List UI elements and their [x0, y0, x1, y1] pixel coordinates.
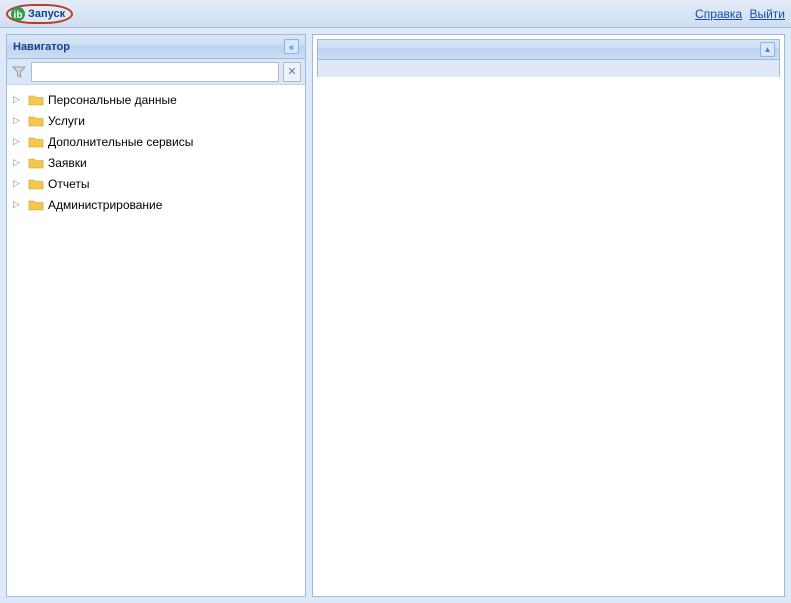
content-sub-panel: ▴: [317, 39, 780, 77]
start-label: Запуск: [28, 8, 65, 20]
navigator-title: Навигатор: [13, 41, 70, 53]
tree-item-label: Заявки: [48, 156, 87, 170]
tree-item-label: Дополнительные сервисы: [48, 135, 193, 149]
content-body: ▴: [313, 35, 784, 596]
folder-icon: [28, 113, 44, 129]
folder-icon: [28, 176, 44, 192]
logout-link[interactable]: Выйти: [749, 7, 785, 21]
tree-item-label: Персональные данные: [48, 93, 177, 107]
help-link[interactable]: Справка: [695, 7, 742, 21]
folder-icon: [28, 197, 44, 213]
filter-icon: [11, 64, 27, 80]
tree-item[interactable]: ▷ Администрирование: [7, 194, 305, 215]
svg-text:ib: ib: [14, 10, 23, 21]
tree-item[interactable]: ▷ Услуги: [7, 110, 305, 131]
filter-input[interactable]: [31, 62, 279, 82]
filter-row: ✕: [7, 59, 305, 85]
folder-icon: [28, 92, 44, 108]
navigator-tree: ▷ Персональные данные ▷ Услуги ▷ Дополни…: [7, 85, 305, 596]
tree-item-label: Отчеты: [48, 177, 89, 191]
tree-item-label: Администрирование: [48, 198, 162, 212]
expand-icon[interactable]: ▷: [13, 94, 25, 105]
navigator-panel: Навигатор « ✕ ▷ Персональные данные ▷: [6, 34, 306, 597]
folder-icon: [28, 134, 44, 150]
app-logo-icon: ib: [10, 6, 26, 22]
expand-icon[interactable]: ▷: [13, 157, 25, 168]
tree-item[interactable]: ▷ Дополнительные сервисы: [7, 131, 305, 152]
chevron-up-icon: ▴: [765, 44, 770, 55]
top-links: Справка Выйти: [691, 7, 785, 21]
expand-icon[interactable]: ▷: [13, 199, 25, 210]
folder-icon: [28, 155, 44, 171]
collapse-left-button[interactable]: «: [284, 39, 299, 54]
workspace: Навигатор « ✕ ▷ Персональные данные ▷: [0, 28, 791, 603]
expand-icon[interactable]: ▷: [13, 178, 25, 189]
collapse-up-button[interactable]: ▴: [760, 42, 775, 57]
tree-item[interactable]: ▷ Заявки: [7, 152, 305, 173]
content-panel: ▴: [312, 34, 785, 597]
navigator-header: Навигатор «: [7, 35, 305, 59]
content-sub-body: [318, 60, 779, 77]
expand-icon[interactable]: ▷: [13, 115, 25, 126]
tree-item[interactable]: ▷ Отчеты: [7, 173, 305, 194]
top-toolbar: ib Запуск Справка Выйти: [0, 0, 791, 28]
expand-icon[interactable]: ▷: [13, 136, 25, 147]
filter-clear-button[interactable]: ✕: [283, 62, 301, 82]
content-sub-header: ▴: [318, 40, 779, 60]
chevron-left-icon: «: [289, 42, 294, 52]
tree-item[interactable]: ▷ Персональные данные: [7, 89, 305, 110]
close-icon: ✕: [287, 65, 296, 78]
start-button[interactable]: ib Запуск: [6, 4, 73, 24]
tree-item-label: Услуги: [48, 114, 85, 128]
